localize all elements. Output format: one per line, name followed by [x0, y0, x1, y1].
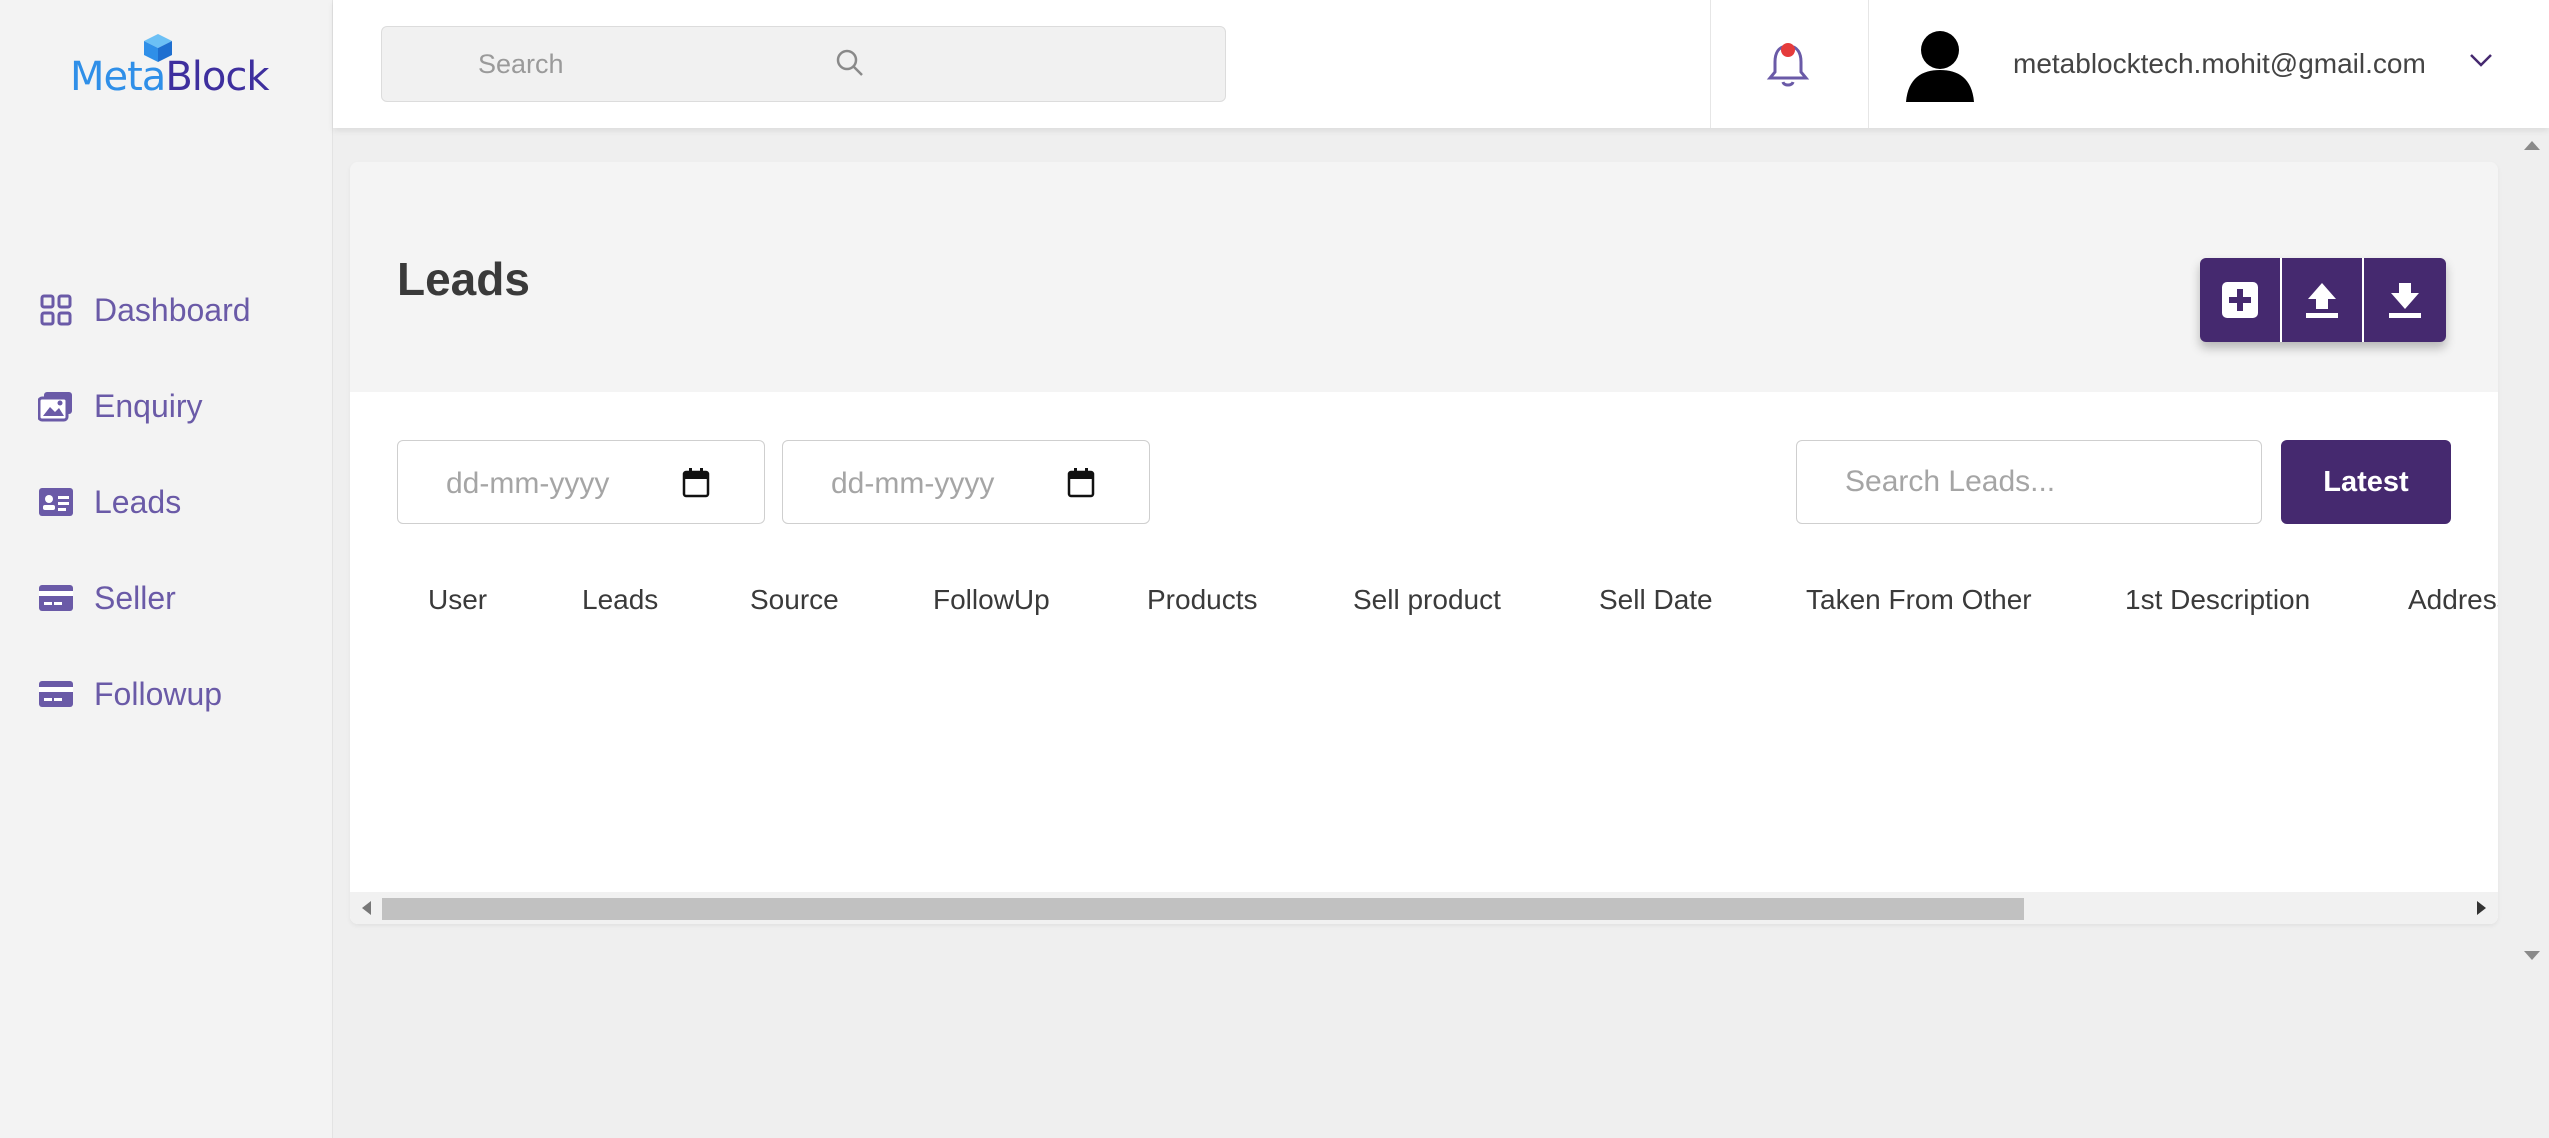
download-icon — [2389, 283, 2421, 318]
bell-icon[interactable] — [1764, 38, 1812, 90]
sidebar-item-label: Dashboard — [94, 291, 251, 328]
search-input[interactable] — [382, 27, 1225, 101]
download-button[interactable] — [2364, 258, 2446, 342]
images-icon — [36, 386, 76, 426]
column-header-1st-description[interactable]: 1st Description — [2125, 584, 2310, 616]
column-header-sell-date[interactable]: Sell Date — [1599, 584, 1713, 616]
date-to-placeholder: dd-mm-yyyy — [831, 467, 995, 500]
divider — [1710, 0, 1711, 128]
topbar: metablocktech.mohit@gmail.com — [333, 0, 2549, 128]
horizontal-scrollbar[interactable] — [350, 892, 2498, 924]
card-body: dd-mm-yyyy dd-mm-yyyy Latest User Leads … — [350, 392, 2498, 924]
sidebar: MetaBlock Dashboard Enquiry Leads Seller — [0, 0, 333, 1138]
sidebar-item-label: Enquiry — [94, 387, 203, 424]
column-header-address[interactable]: Address — [2408, 584, 2498, 616]
column-header-source[interactable]: Source — [750, 584, 839, 616]
credit-card-icon — [36, 674, 76, 714]
brand-part-meta: Meta — [70, 54, 166, 100]
sidebar-item-dashboard[interactable]: Dashboard — [36, 262, 251, 358]
scroll-down-arrow[interactable] — [2524, 951, 2540, 960]
leads-search-input[interactable] — [1797, 441, 2261, 523]
latest-button[interactable]: Latest — [2281, 440, 2451, 524]
column-header-leads[interactable]: Leads — [582, 584, 658, 616]
logo[interactable]: MetaBlock — [70, 32, 270, 102]
calendar-icon[interactable] — [682, 468, 710, 498]
global-search[interactable] — [381, 26, 1226, 102]
user-email[interactable]: metablocktech.mohit@gmail.com — [2013, 48, 2426, 80]
credit-card-icon — [36, 578, 76, 618]
action-button-group — [2200, 258, 2446, 342]
upload-icon — [2306, 283, 2338, 318]
scroll-up-arrow[interactable] — [2524, 141, 2540, 150]
brand-part-block: Block — [165, 54, 269, 100]
sidebar-item-leads[interactable]: Leads — [36, 454, 251, 550]
sidebar-item-followup[interactable]: Followup — [36, 646, 251, 742]
column-header-followup[interactable]: FollowUp — [933, 584, 1050, 616]
id-card-icon — [36, 482, 76, 522]
card-header: Leads — [350, 162, 2498, 392]
plus-square-icon — [2222, 282, 2258, 318]
upload-button[interactable] — [2282, 258, 2364, 342]
date-from-placeholder: dd-mm-yyyy — [446, 467, 610, 500]
column-header-taken-from-other[interactable]: Taken From Other — [1806, 584, 2032, 616]
scroll-left-arrow[interactable] — [362, 901, 371, 915]
scroll-right-arrow[interactable] — [2477, 901, 2486, 915]
grid-icon — [36, 290, 76, 330]
sidebar-item-seller[interactable]: Seller — [36, 550, 251, 646]
leads-card: Leads dd-mm-yyyy dd-mm-yyyy Latest — [350, 162, 2498, 924]
sidebar-item-label: Followup — [94, 675, 223, 712]
date-from-input[interactable]: dd-mm-yyyy — [397, 440, 765, 524]
column-header-products[interactable]: Products — [1147, 584, 1258, 616]
leads-search-field[interactable] — [1796, 440, 2262, 524]
page-title: Leads — [397, 253, 530, 305]
date-to-input[interactable]: dd-mm-yyyy — [782, 440, 1150, 524]
add-lead-button[interactable] — [2200, 258, 2282, 342]
divider — [1868, 0, 1869, 128]
brand-name: MetaBlock — [70, 54, 270, 100]
search-icon[interactable] — [834, 47, 866, 79]
scrollbar-thumb[interactable] — [382, 898, 2024, 920]
sidebar-item-label: Leads — [94, 483, 182, 520]
sidebar-item-label: Seller — [94, 579, 176, 616]
column-header-sell-product[interactable]: Sell product — [1353, 584, 1501, 616]
sidebar-nav: Dashboard Enquiry Leads Seller Followup — [36, 262, 251, 742]
chevron-down-icon[interactable] — [2467, 50, 2495, 70]
avatar-icon[interactable] — [1902, 26, 1978, 102]
column-header-user[interactable]: User — [428, 584, 487, 616]
calendar-icon[interactable] — [1067, 468, 1095, 498]
sidebar-item-enquiry[interactable]: Enquiry — [36, 358, 251, 454]
